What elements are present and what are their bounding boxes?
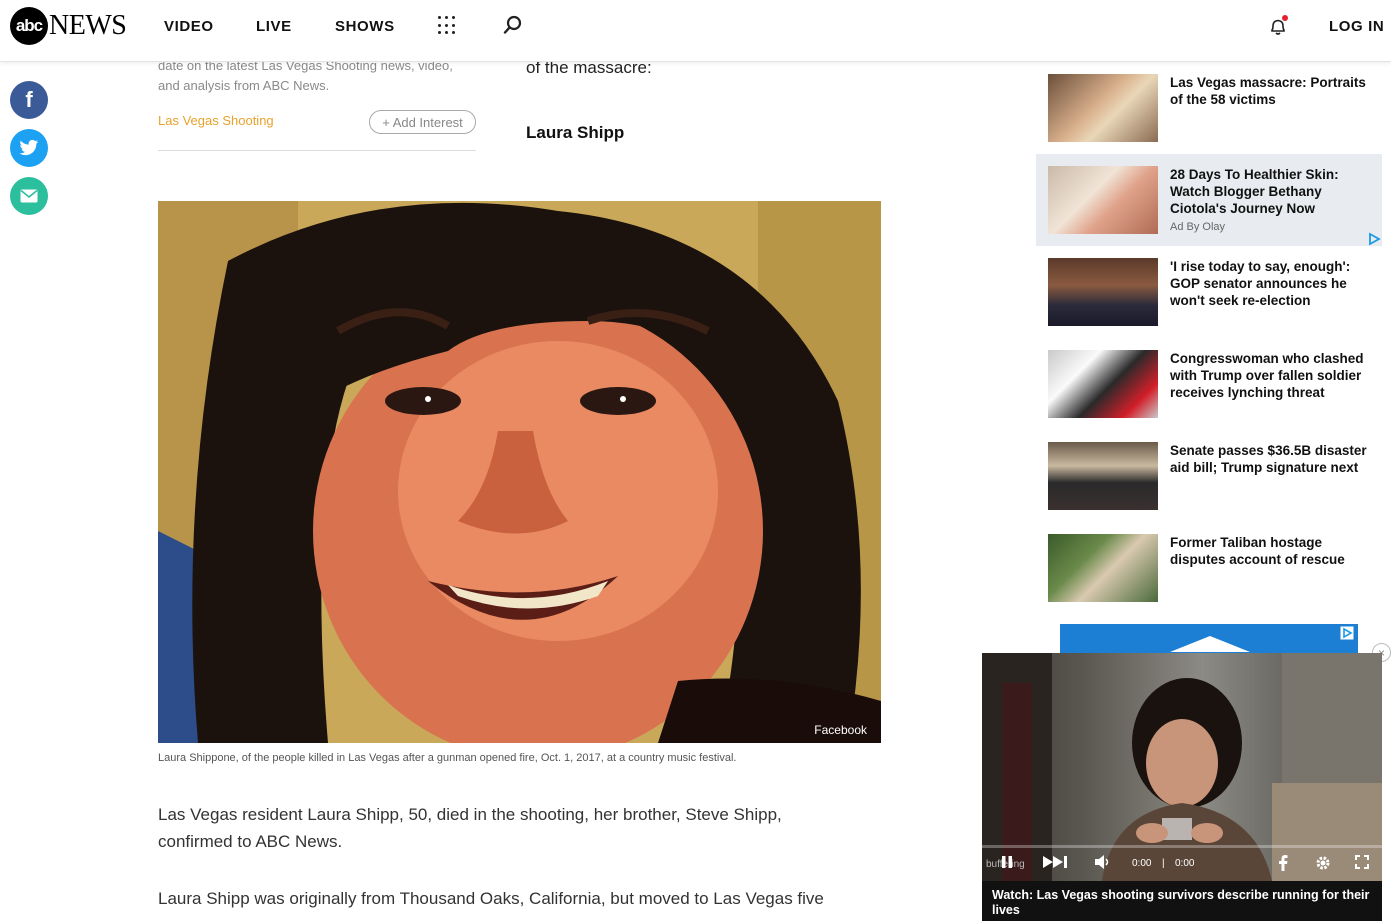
notifications-bell-icon[interactable]	[1267, 14, 1291, 38]
facebook-share-icon[interactable]	[1278, 855, 1288, 871]
story-thumbnail	[1048, 258, 1158, 326]
related-story[interactable]: Congresswoman who clashed with Trump ove…	[1036, 338, 1382, 430]
top-navigation-bar: abc NEWS VIDEO LIVE SHOWS LOG IN	[0, 0, 1391, 62]
time-separator: |	[1162, 858, 1165, 869]
related-story[interactable]: Former Taliban hostage disputes account …	[1036, 522, 1382, 614]
share-facebook-button[interactable]: f	[10, 81, 48, 119]
portrait-illustration	[158, 201, 881, 743]
search-icon[interactable]	[503, 15, 523, 35]
story-title: Las Vegas massacre: Portraits of the 58 …	[1170, 75, 1366, 107]
adchoices-icon[interactable]	[1367, 232, 1381, 246]
add-interest-button[interactable]: + Add Interest	[369, 110, 476, 134]
email-icon	[20, 189, 38, 203]
story-thumbnail	[1048, 74, 1158, 142]
article-photo: Facebook	[158, 201, 881, 743]
related-story[interactable]: Senate passes $36.5B disaster aid bill; …	[1036, 430, 1382, 522]
volume-icon[interactable]	[1094, 855, 1112, 869]
fullscreen-icon[interactable]	[1355, 855, 1369, 869]
sponsored-story[interactable]: 28 Days To Healthier Skin: Watch Blogger…	[1036, 154, 1382, 246]
advertisement-banner[interactable]	[1060, 624, 1358, 654]
photo-caption: Laura Shippone, of the people killed in …	[158, 752, 737, 764]
video-progress-bar[interactable]	[982, 845, 1382, 848]
floating-video-player[interactable]: buffering 0:00 | 0:00 Watch: Las Vegas s…	[982, 653, 1382, 921]
ad-title: 28 Days To Healthier Skin: Watch Blogger…	[1170, 167, 1339, 216]
story-thumbnail	[1048, 442, 1158, 510]
nav-shows[interactable]: SHOWS	[335, 18, 395, 35]
related-story[interactable]: 'I rise today to say, enough': GOP senat…	[1036, 246, 1382, 338]
photo-credit: Facebook	[814, 723, 867, 737]
share-twitter-button[interactable]	[10, 129, 48, 167]
total-time: 0:00	[1175, 858, 1195, 869]
abc-logo-circle: abc	[10, 7, 48, 45]
related-story[interactable]: Las Vegas massacre: Portraits of the 58 …	[1036, 62, 1382, 154]
adchoices-icon[interactable]	[1340, 626, 1354, 640]
ad-thumbnail	[1048, 166, 1158, 234]
pause-icon[interactable]	[1000, 855, 1014, 869]
article-paragraph: Laura Shipp was originally from Thousand…	[158, 889, 824, 908]
story-thumbnail	[1048, 534, 1158, 602]
ad-graphic	[1170, 636, 1250, 652]
abc-news-logo[interactable]: abc NEWS	[10, 7, 127, 45]
divider	[158, 150, 476, 151]
victim-subheading: Laura Shipp	[526, 123, 625, 142]
news-wordmark: NEWS	[49, 10, 127, 41]
settings-gear-icon[interactable]	[1315, 855, 1331, 871]
login-link[interactable]: LOG IN	[1329, 18, 1384, 35]
interest-topic-link[interactable]: Las Vegas Shooting	[158, 113, 274, 128]
story-title: Senate passes $36.5B disaster aid bill; …	[1170, 443, 1367, 475]
nav-live[interactable]: LIVE	[256, 18, 292, 35]
twitter-icon	[19, 139, 39, 156]
story-title: Former Taliban hostage disputes account …	[1170, 535, 1345, 567]
story-thumbnail	[1048, 350, 1158, 418]
story-title: 'I rise today to say, enough': GOP senat…	[1170, 259, 1351, 308]
current-time: 0:00	[1132, 858, 1152, 869]
player-controls: buffering 0:00 | 0:00	[982, 845, 1382, 881]
share-email-button[interactable]	[10, 177, 48, 215]
interest-description: date on the latest Las Vegas Shooting ne…	[158, 58, 453, 93]
ad-sponsor-label: Ad By Olay	[1170, 221, 1226, 233]
nav-video[interactable]: VIDEO	[164, 18, 214, 35]
menu-grid-icon[interactable]	[438, 16, 458, 36]
skip-next-icon[interactable]	[1042, 855, 1070, 869]
facebook-icon: f	[25, 87, 33, 112]
article-paragraph: Las Vegas resident Laura Shipp, 50, died…	[158, 805, 782, 851]
story-title: Congresswoman who clashed with Trump ove…	[1170, 351, 1364, 400]
video-title[interactable]: Watch: Las Vegas shooting survivors desc…	[992, 888, 1372, 918]
